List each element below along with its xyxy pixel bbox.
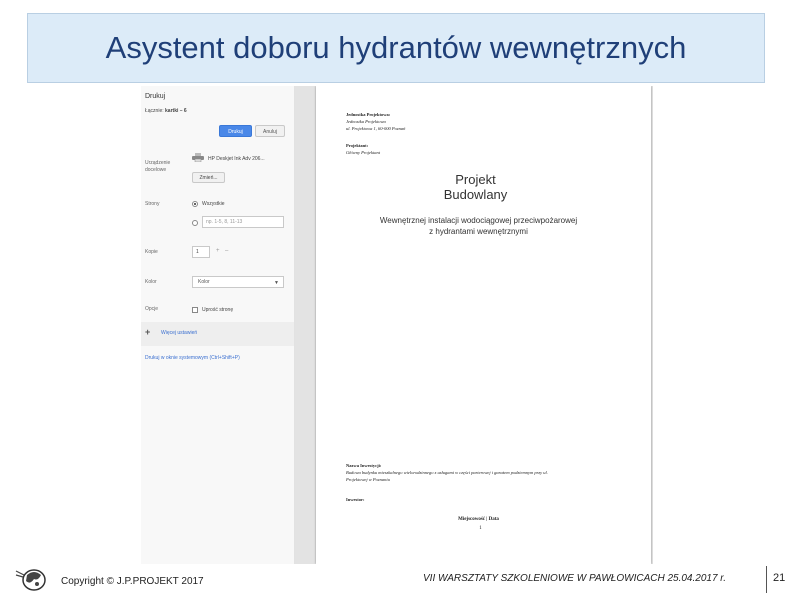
pages-all-label: Wszystkie — [202, 201, 225, 207]
document-preview-page: Jednostka Projektowa: Jednostka Projekto… — [316, 86, 651, 564]
plus-icon: + — [145, 327, 151, 337]
slide-title: Asystent doboru hydrantów wewnętrznych — [105, 30, 687, 65]
pages-range-radio[interactable] — [192, 220, 198, 226]
print-dialog-title: Drukuj — [145, 93, 166, 100]
print-summary: Łącznie: kartki – 6 — [145, 108, 187, 114]
pages-range-input[interactable]: np. 1-5, 8, 11-13 — [202, 216, 284, 228]
copies-increment[interactable]: + — [216, 248, 220, 254]
pages-all-radio[interactable] — [192, 201, 198, 207]
investment-label: Nazwa Inwestycji: — [346, 463, 382, 468]
investor-label: Inwestor: — [346, 497, 365, 502]
color-select-value: Kolor — [198, 279, 210, 285]
doc-desc-line1: Wewnętrznej instalacji wodociągowej prze… — [379, 216, 578, 225]
print-button[interactable]: Drukuj — [219, 125, 252, 137]
doc-title-line2: Budowlany — [443, 187, 508, 202]
footer-copyright: Copyright © J.P.PROJEKT 2017 — [61, 576, 204, 587]
simplify-page-checkbox[interactable] — [192, 307, 198, 313]
footer-divider — [766, 566, 767, 593]
page-marker: 1 — [479, 526, 482, 531]
doc-title-line1: Projekt — [455, 172, 496, 187]
investment-line2: Projektowej w Poznaniu — [346, 477, 390, 482]
slide-page-number: 21 — [773, 572, 786, 584]
pages-label: Strony — [145, 201, 160, 207]
copies-decrement[interactable]: – — [225, 248, 228, 254]
printer-name: HP Deskjet Ink Adv 206... — [208, 156, 265, 162]
print-summary-value: kartki – 6 — [165, 108, 187, 114]
printer-icon — [192, 153, 204, 162]
company-logo — [15, 569, 46, 591]
designer-name: Główny Projektant — [346, 150, 380, 155]
destination-label: Urządzenie docelowe — [145, 160, 171, 173]
print-summary-prefix: Łącznie: — [145, 108, 164, 114]
place-date: Miejscowość | Data — [458, 517, 499, 522]
doc-desc-line2: z hydrantami wewnętrznymi — [429, 227, 528, 236]
unit-address: ul. Projektowa 1, 60-000 Poznań — [346, 126, 406, 131]
designer-label: Projektant: — [346, 143, 369, 148]
color-label: Kolor — [145, 279, 157, 285]
footer-workshop: VII WARSZTATY SZKOLENIOWE W PAWŁOWICACH … — [423, 573, 727, 584]
print-settings-panel: Drukuj Łącznie: kartki – 6 Drukuj Anuluj… — [141, 86, 295, 564]
copies-label: Kopie — [145, 249, 158, 255]
unit-name: Jednostka Projektowa — [346, 119, 386, 124]
investment-line1: Budowa budynku mieszkalnego wielorodzinn… — [346, 470, 548, 475]
options-label: Opcje — [145, 306, 159, 312]
unit-label: Jednostka Projektowa: — [346, 112, 391, 117]
slide-title-box: Asystent doboru hydrantów wewnętrznych — [27, 13, 765, 83]
cancel-button[interactable]: Anuluj — [255, 125, 285, 137]
chevron-down-icon: ▼ — [274, 280, 279, 286]
more-settings-link[interactable]: Więcej ustawień — [161, 330, 197, 336]
color-select[interactable]: Kolor ▼ — [192, 276, 284, 288]
change-printer-button[interactable]: Zmień... — [192, 172, 225, 183]
print-dialog-screenshot: Drukuj Łącznie: kartki – 6 Drukuj Anuluj… — [141, 86, 653, 564]
system-dialog-link[interactable]: Drukuj w oknie systemowym (Ctrl+Shift+P) — [145, 355, 240, 361]
copies-input[interactable]: 1 — [192, 246, 210, 258]
simplify-page-label: Uprość stronę — [202, 307, 234, 313]
